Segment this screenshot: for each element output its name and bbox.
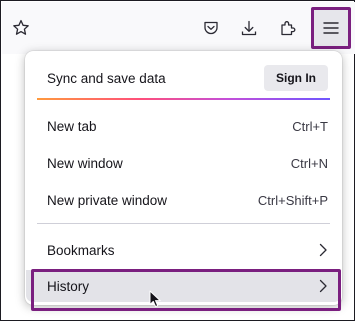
menu-item-label: Bookmarks xyxy=(47,242,115,258)
menu-item-shortcut: Ctrl+T xyxy=(292,118,328,134)
chevron-right-icon xyxy=(318,243,328,257)
sync-row[interactable]: Sync and save data Sign In xyxy=(25,60,342,96)
mouse-cursor-icon xyxy=(149,290,163,313)
browser-window: Sync and save data Sign In New tab Ctrl+… xyxy=(0,0,355,321)
extensions-icon[interactable] xyxy=(273,2,303,54)
menu-item-new-private-window[interactable]: New private window Ctrl+Shift+P xyxy=(25,182,342,218)
star-icon[interactable] xyxy=(6,2,36,54)
menu-item-new-window[interactable]: New window Ctrl+N xyxy=(25,145,342,181)
download-icon[interactable] xyxy=(234,2,264,54)
menu-item-new-tab[interactable]: New tab Ctrl+T xyxy=(25,108,342,144)
history-highlight-box xyxy=(31,269,341,311)
menu-item-label: New window xyxy=(47,155,123,171)
menu-divider xyxy=(37,223,330,224)
app-menu-panel: Sync and save data Sign In New tab Ctrl+… xyxy=(25,51,342,305)
menu-item-shortcut: Ctrl+N xyxy=(290,155,328,171)
hamburger-menu-icon xyxy=(314,10,348,46)
menu-item-label: New private window xyxy=(47,192,168,208)
pocket-icon[interactable] xyxy=(196,2,226,54)
menu-item-shortcut: Ctrl+Shift+P xyxy=(257,192,328,208)
browser-toolbar xyxy=(2,2,355,54)
app-menu-button[interactable] xyxy=(311,7,351,49)
sync-divider xyxy=(37,98,330,100)
sign-in-button[interactable]: Sign In xyxy=(264,65,328,91)
menu-item-label: New tab xyxy=(47,118,97,134)
sync-label: Sync and save data xyxy=(47,70,166,86)
menu-item-bookmarks[interactable]: Bookmarks xyxy=(25,232,342,268)
